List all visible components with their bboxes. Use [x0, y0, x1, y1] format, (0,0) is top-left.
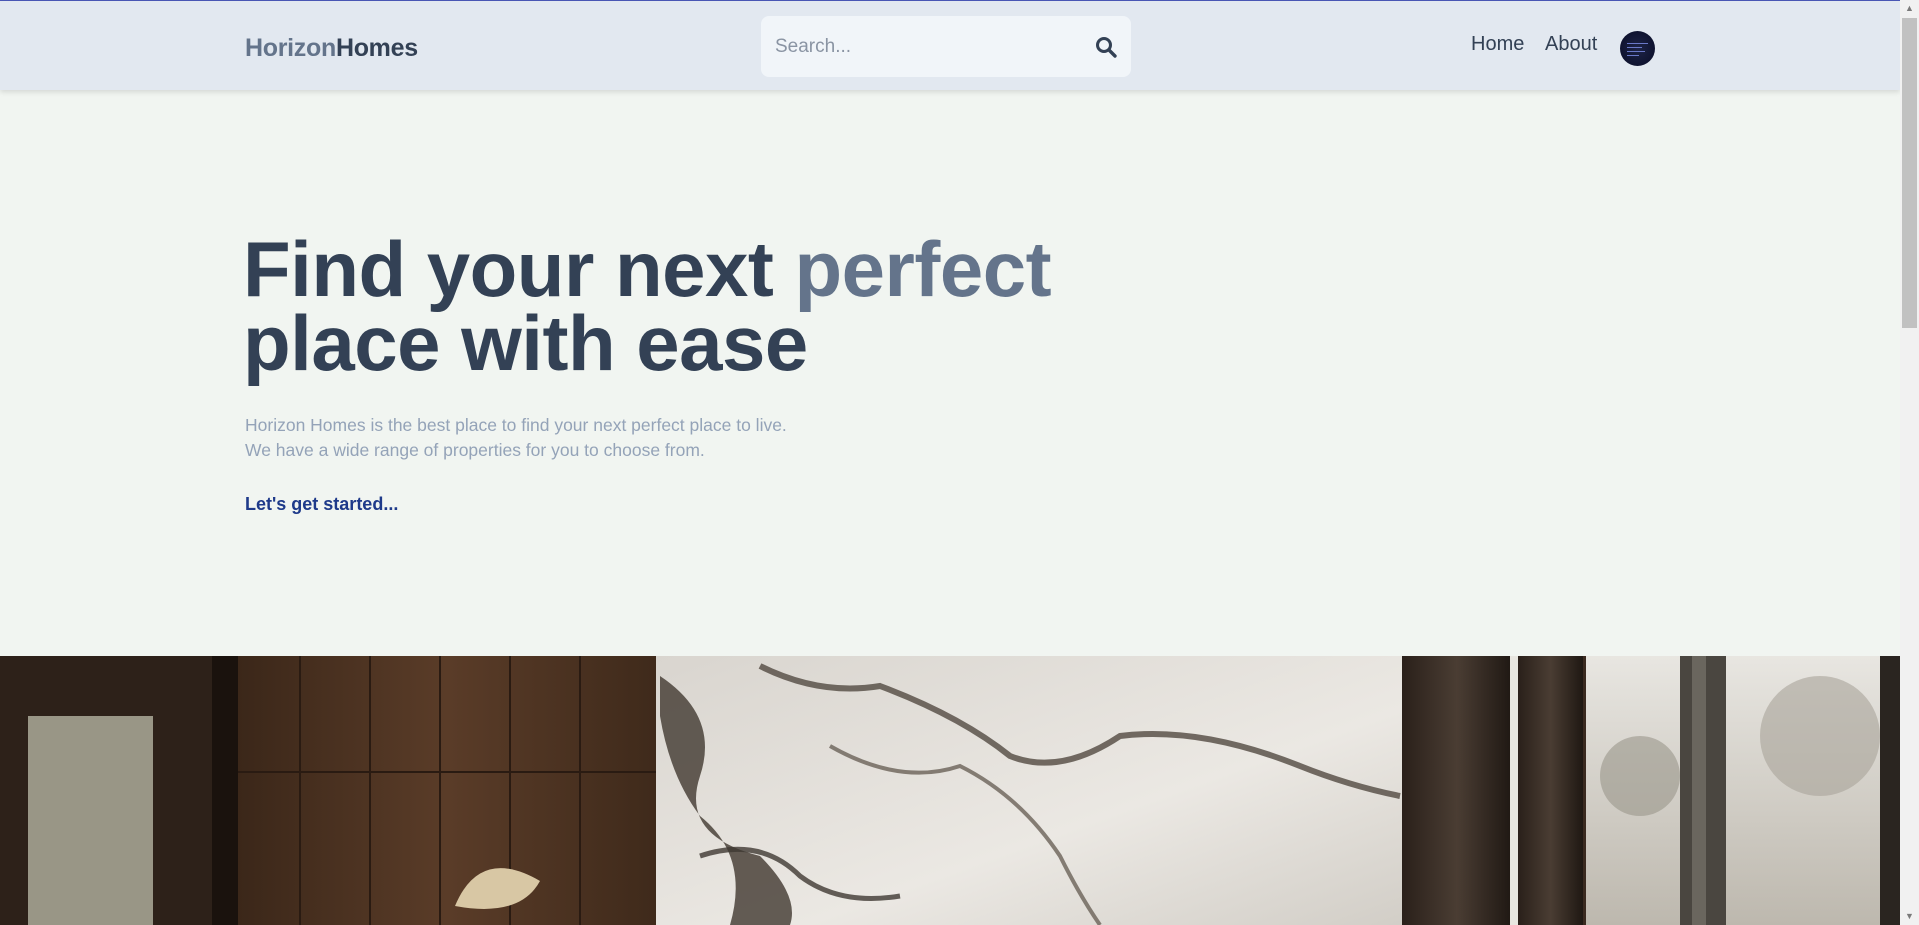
vertical-scrollbar[interactable]: ▲ ▼	[1900, 0, 1919, 925]
user-avatar[interactable]	[1620, 31, 1655, 66]
scroll-down-arrow-icon[interactable]: ▼	[1900, 908, 1919, 925]
brand-logo[interactable]: HorizonHomes	[245, 34, 418, 63]
hero-title-accent: perfect	[794, 225, 1052, 313]
get-started-link[interactable]: Let's get started...	[245, 494, 398, 515]
hero-title: Find your next perfect place with ease	[243, 230, 1143, 382]
hero-interior-photo	[0, 656, 1900, 925]
search-bar	[761, 16, 1131, 77]
hero-desc-line2: We have a wide range of properties for y…	[245, 440, 705, 460]
search-input[interactable]	[775, 16, 1075, 77]
hero-description: Horizon Homes is the best place to find …	[245, 413, 865, 463]
nav-home-link[interactable]: Home	[1471, 33, 1524, 56]
nav-about-link[interactable]: About	[1545, 33, 1597, 56]
search-icon[interactable]	[1094, 35, 1118, 59]
scroll-up-arrow-icon[interactable]: ▲	[1900, 0, 1919, 17]
hero-desc-line1: Horizon Homes is the best place to find …	[245, 415, 787, 435]
brand-part1: Horizon	[245, 34, 336, 62]
brand-part2: Homes	[335, 34, 418, 62]
scrollbar-thumb[interactable]	[1902, 18, 1917, 328]
navbar: HorizonHomes Home About	[0, 1, 1900, 90]
hero-title-part2: place with ease	[243, 299, 808, 387]
